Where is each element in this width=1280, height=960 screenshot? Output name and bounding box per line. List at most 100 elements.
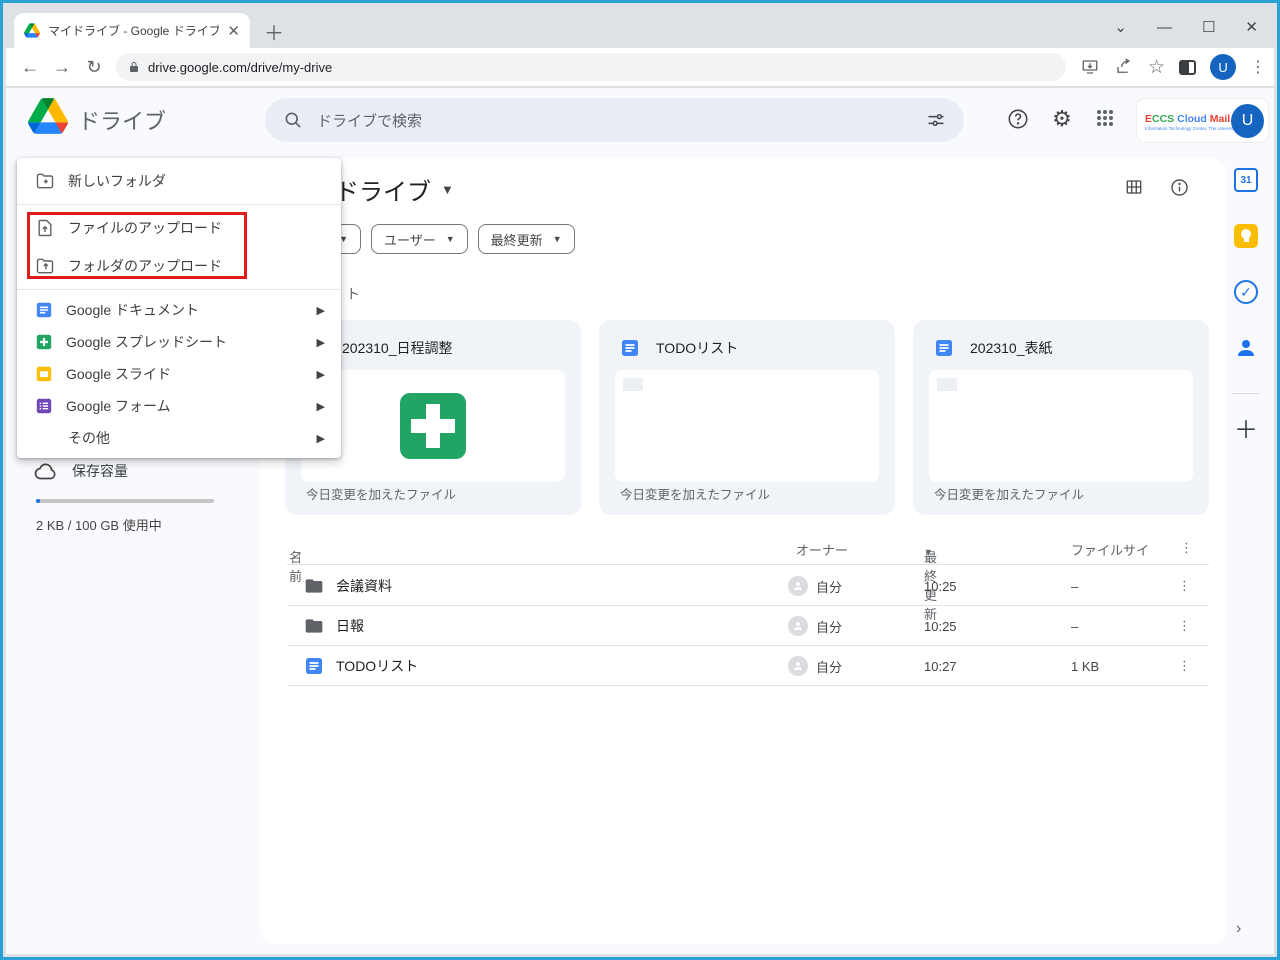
card-reason: 今日変更を加えたファイル bbox=[934, 488, 1085, 502]
browser-avatar[interactable]: U bbox=[1210, 54, 1237, 80]
share-icon[interactable] bbox=[1114, 58, 1134, 76]
tab-close-icon[interactable]: ✕ bbox=[227, 22, 240, 40]
help-icon[interactable] bbox=[1005, 106, 1031, 132]
forward-button[interactable]: → bbox=[46, 57, 78, 78]
browser-toolbar: ← → ↻ drive.google.com/drive/my-drive ☆ … bbox=[6, 48, 1274, 87]
folder-icon bbox=[305, 579, 323, 593]
sort-desc-icon: ▼ bbox=[924, 547, 933, 557]
owner-avatar bbox=[788, 616, 808, 636]
search-options-icon[interactable] bbox=[926, 110, 946, 130]
forms-icon bbox=[36, 398, 52, 414]
menu-item-google-forms[interactable]: Google フォーム ▶ bbox=[17, 390, 341, 422]
file-card[interactable]: 202310_表紙 今日変更を加えたファイル bbox=[913, 320, 1209, 515]
slides-icon bbox=[36, 366, 52, 382]
storage-usage: 2 KB / 100 GB 使用中 bbox=[36, 518, 162, 533]
close-button[interactable]: ✕ bbox=[1245, 18, 1258, 36]
file-card[interactable]: TODOリスト 今日変更を加えたファイル bbox=[599, 320, 895, 515]
filter-chip-modified[interactable]: 最終更新 ▼ bbox=[477, 224, 575, 254]
submenu-arrow-icon: ▶ bbox=[316, 400, 325, 413]
install-icon[interactable] bbox=[1080, 58, 1100, 76]
back-button[interactable]: ← bbox=[14, 57, 46, 78]
tab-title: マイドライブ - Google ドライブ bbox=[48, 24, 220, 38]
chevron-down-icon: ▼ bbox=[552, 234, 562, 244]
submenu-arrow-icon: ▶ bbox=[316, 304, 325, 317]
storage-label: 保存容量 bbox=[72, 463, 128, 479]
tab-search-icon[interactable]: ⌄ bbox=[1114, 18, 1127, 36]
column-name[interactable]: 名前 ↑ bbox=[289, 540, 303, 584]
docs-icon bbox=[36, 302, 52, 318]
file-preview bbox=[929, 370, 1193, 482]
annotation-highlight-box bbox=[27, 212, 247, 279]
tasks-icon[interactable]: ✓ bbox=[1234, 280, 1258, 304]
url-bar[interactable]: drive.google.com/drive/my-drive bbox=[116, 53, 1066, 81]
column-owner[interactable]: オーナー bbox=[796, 540, 848, 559]
column-size[interactable]: ファイルサイ bbox=[1071, 540, 1149, 559]
drive-logo[interactable] bbox=[28, 98, 68, 134]
side-panel-icon[interactable] bbox=[1179, 59, 1197, 75]
contacts-icon[interactable] bbox=[1234, 336, 1258, 360]
folder-icon bbox=[305, 619, 323, 633]
search-bar[interactable]: ドライブで検索 bbox=[265, 98, 964, 142]
table-row[interactable]: TODOリスト 自分 10:27 1 KB ⋮ bbox=[287, 646, 1209, 686]
menu-item-google-docs[interactable]: Google ドキュメント ▶ bbox=[17, 294, 341, 326]
app-name: ドライブ bbox=[78, 109, 167, 134]
drive-app: ドライブ ドライブで検索 ⚙ ECCS Cloud Mail Informati… bbox=[6, 88, 1274, 954]
menu-item-google-slides[interactable]: Google スライド ▶ bbox=[17, 358, 341, 390]
docs-icon bbox=[622, 340, 638, 356]
submenu-arrow-icon: ▶ bbox=[316, 368, 325, 381]
search-icon bbox=[285, 112, 301, 128]
owner-avatar bbox=[788, 656, 808, 676]
new-tab-button[interactable]: ＋ bbox=[264, 17, 284, 46]
drive-favicon bbox=[24, 23, 40, 38]
storage-item[interactable]: 保存容量 bbox=[34, 461, 128, 481]
table-row[interactable]: 会議資料 自分 10:25 – ⋮ bbox=[287, 566, 1209, 606]
filter-chip-people[interactable]: ユーザー ▼ bbox=[371, 224, 468, 254]
grid-view-icon[interactable] bbox=[1124, 178, 1144, 196]
browser-window: マイドライブ - Google ドライブ ✕ ＋ ⌄ — ☐ ✕ ← → ↻ d… bbox=[0, 0, 1280, 960]
sheets-icon bbox=[36, 334, 52, 350]
bookmark-star-icon[interactable]: ☆ bbox=[1148, 56, 1165, 79]
browser-menu-icon[interactable]: ⋮ bbox=[1250, 57, 1266, 77]
calendar-icon[interactable]: 31 bbox=[1234, 168, 1258, 192]
menu-item-google-sheets[interactable]: Google スプレッドシート ▶ bbox=[17, 326, 341, 358]
keep-icon[interactable] bbox=[1234, 224, 1258, 248]
chevron-down-icon: ▼ bbox=[445, 234, 455, 244]
suggested-section-label-fragment: ト bbox=[346, 286, 360, 302]
submenu-arrow-icon: ▶ bbox=[316, 336, 325, 349]
info-icon[interactable] bbox=[1170, 178, 1189, 197]
menu-item-new-folder[interactable]: 新しいフォルダ bbox=[17, 162, 341, 200]
tab-strip: マイドライブ - Google ドライブ ✕ ＋ ⌄ — ☐ ✕ bbox=[6, 6, 1274, 48]
file-preview bbox=[615, 370, 879, 482]
suggested-files: 202310_日程調整 今日変更を加えたファイル TODOリスト 今日変更を加え… bbox=[285, 320, 1209, 515]
owner-avatar bbox=[788, 576, 808, 596]
menu-item-more[interactable]: その他 ▶ bbox=[17, 422, 341, 454]
new-menu: 新しいフォルダ ファイルのアップロード フォルダのアップロード Google ド… bbox=[17, 158, 341, 458]
storage-progressbar bbox=[36, 499, 214, 503]
maximize-button[interactable]: ☐ bbox=[1202, 18, 1215, 36]
table-header: 名前 ↑ オーナー 最終更新 ▼ ファイルサイ ⋮ bbox=[287, 533, 1209, 622]
docs-icon bbox=[306, 658, 322, 674]
title-caret-icon: ▼ bbox=[441, 182, 454, 197]
card-reason: 今日変更を加えたファイル bbox=[306, 488, 457, 502]
column-options-icon[interactable]: ⋮ bbox=[1180, 540, 1193, 556]
search-placeholder: ドライブで検索 bbox=[317, 112, 423, 130]
table-row[interactable]: 日報 自分 10:25 – ⋮ bbox=[287, 606, 1209, 646]
new-folder-icon bbox=[36, 173, 54, 189]
rail-divider bbox=[1232, 393, 1260, 394]
submenu-arrow-icon: ▶ bbox=[316, 432, 325, 445]
browser-tab[interactable]: マイドライブ - Google ドライブ ✕ bbox=[14, 13, 250, 48]
row-options-icon[interactable]: ⋮ bbox=[1178, 566, 1191, 606]
sheets-logo-large bbox=[400, 393, 466, 459]
add-addon-icon[interactable]: ＋ bbox=[1234, 410, 1258, 445]
minimize-button[interactable]: — bbox=[1157, 19, 1172, 36]
reload-button[interactable]: ↻ bbox=[78, 57, 110, 78]
collapse-panel-icon[interactable]: › bbox=[1236, 920, 1241, 938]
side-panel-rail: 31 ✓ ＋ › bbox=[1218, 88, 1274, 954]
settings-gear-icon[interactable]: ⚙ bbox=[1049, 106, 1075, 132]
apps-grid-icon[interactable] bbox=[1092, 109, 1118, 135]
row-options-icon[interactable]: ⋮ bbox=[1178, 606, 1191, 646]
main-content: マイドライブ▼ 種類▼ ユーザー▼ 最終更新▼ ト 202310_日程調整 bbox=[260, 158, 1227, 944]
row-options-icon[interactable]: ⋮ bbox=[1178, 646, 1191, 686]
lock-icon bbox=[130, 62, 138, 72]
cloud-icon bbox=[34, 463, 56, 480]
